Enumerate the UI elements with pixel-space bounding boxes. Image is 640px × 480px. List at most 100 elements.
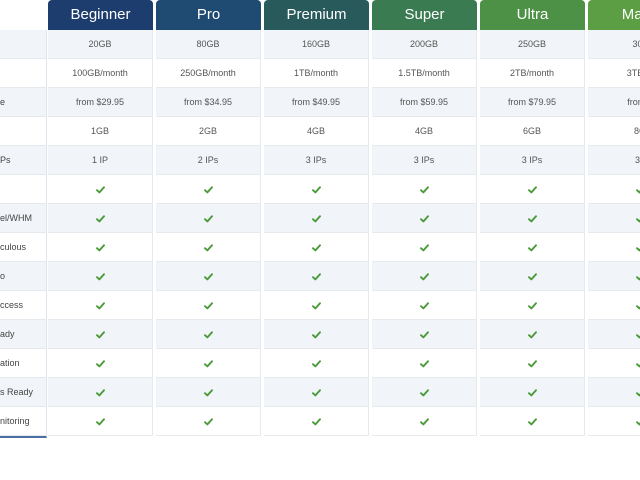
feature-label-column: e Ps el/WHM culous o ccess ady ation s Ready nito… (0, 30, 47, 438)
check-icon (419, 214, 429, 222)
feature-included-cell (372, 233, 477, 262)
feature-included-cell (156, 320, 261, 349)
feature-included-cell (156, 407, 261, 436)
feature-included-cell (264, 262, 369, 291)
plan-value-cell: 2TB/month (480, 59, 585, 88)
feature-included-cell (588, 349, 640, 378)
feature-included-cell (156, 204, 261, 233)
feature-included-cell (156, 233, 261, 262)
feature-label: culous (0, 233, 46, 262)
plan-value-cell: 4GB (372, 117, 477, 146)
check-icon (527, 359, 537, 367)
feature-included-cell (588, 320, 640, 349)
feature-included-cell (156, 175, 261, 204)
feature-included-cell (264, 378, 369, 407)
feature-included-cell (588, 262, 640, 291)
check-icon (311, 388, 321, 396)
plan-value-cell: 1.5TB/month (372, 59, 477, 88)
check-icon (635, 275, 640, 280)
check-icon (95, 214, 105, 222)
feature-included-cell (48, 233, 153, 262)
plan-header[interactable]: Pro (156, 0, 261, 30)
feature-included-cell (48, 378, 153, 407)
feature-included-cell (480, 407, 585, 436)
plan-value-cell: 1 IP (48, 146, 153, 175)
plan-header[interactable]: Ultra (480, 0, 585, 30)
plan-value-cell: from $ (588, 88, 640, 117)
check-icon (311, 185, 321, 193)
feature-label: nitoring (0, 407, 46, 436)
plan-value-cell: 3 IPs (480, 146, 585, 175)
check-icon (311, 359, 321, 367)
feature-label (0, 175, 46, 204)
feature-included-cell (588, 291, 640, 320)
plan-value-cell: 80GB (156, 30, 261, 59)
feature-included-cell (264, 320, 369, 349)
check-icon (527, 272, 537, 280)
feature-label: o (0, 262, 46, 291)
check-icon (527, 214, 537, 222)
feature-included-cell (372, 320, 477, 349)
plan-column-beginner: Beginner 20GB 100GB/month from $29.95 1GB 1 I… (48, 0, 153, 436)
feature-included-cell (480, 291, 585, 320)
plan-value-cell: 300 (588, 30, 640, 59)
check-icon (95, 243, 105, 251)
check-icon (95, 359, 105, 367)
feature-included-cell (480, 204, 585, 233)
feature-label: ccess (0, 291, 46, 320)
plan-value-cell: 20GB (48, 30, 153, 59)
check-icon (203, 214, 213, 222)
check-icon (203, 359, 213, 367)
check-icon (527, 243, 537, 251)
check-icon (635, 391, 640, 396)
feature-included-cell (372, 204, 477, 233)
feature-included-cell (372, 175, 477, 204)
check-icon (203, 417, 213, 425)
check-icon (527, 330, 537, 338)
feature-included-cell (48, 320, 153, 349)
plan-header[interactable]: Beginner (48, 0, 153, 30)
feature-included-cell (480, 233, 585, 262)
plan-value-cell: 200GB (372, 30, 477, 59)
feature-included-cell (156, 291, 261, 320)
feature-included-cell (48, 204, 153, 233)
plan-value-cell: 8G (588, 117, 640, 146)
feature-label: e (0, 88, 46, 117)
feature-label (0, 30, 46, 59)
plan-value-cell: from $49.95 (264, 88, 369, 117)
check-icon (419, 388, 429, 396)
feature-included-cell (264, 349, 369, 378)
feature-included-cell (588, 204, 640, 233)
feature-included-cell (372, 349, 477, 378)
check-icon (95, 272, 105, 280)
feature-included-cell (264, 233, 369, 262)
check-icon (311, 214, 321, 222)
plan-column-ultra: Ultra 250GB 2TB/month from $79.95 6GB 3 IPs (480, 0, 585, 436)
feature-included-cell (480, 175, 585, 204)
check-icon (635, 188, 640, 193)
plan-value-cell: 4GB (264, 117, 369, 146)
plan-value-cell: 250GB (480, 30, 585, 59)
plan-value-cell: 3 IPs (264, 146, 369, 175)
check-icon (527, 417, 537, 425)
feature-label (0, 117, 46, 146)
plan-value-cell: 250GB/month (156, 59, 261, 88)
feature-included-cell (588, 378, 640, 407)
check-icon (419, 301, 429, 309)
plan-value-cell: 3 I (588, 146, 640, 175)
plan-value-cell: from $59.95 (372, 88, 477, 117)
feature-label: s Ready (0, 378, 46, 407)
plan-header[interactable]: Super (372, 0, 477, 30)
plan-value-cell: 3TB/m (588, 59, 640, 88)
feature-label: Ps (0, 146, 46, 175)
plan-value-cell: 3 IPs (372, 146, 477, 175)
check-icon (635, 217, 640, 222)
plan-header[interactable]: Premium (264, 0, 369, 30)
check-icon (635, 333, 640, 338)
plan-header[interactable]: Mana (588, 0, 640, 30)
feature-included-cell (264, 291, 369, 320)
feature-label: el/WHM (0, 204, 46, 233)
plan-value-cell: from $79.95 (480, 88, 585, 117)
plan-column-super: Super 200GB 1.5TB/month from $59.95 4GB 3 IPs (372, 0, 477, 436)
plan-value-cell: 160GB (264, 30, 369, 59)
